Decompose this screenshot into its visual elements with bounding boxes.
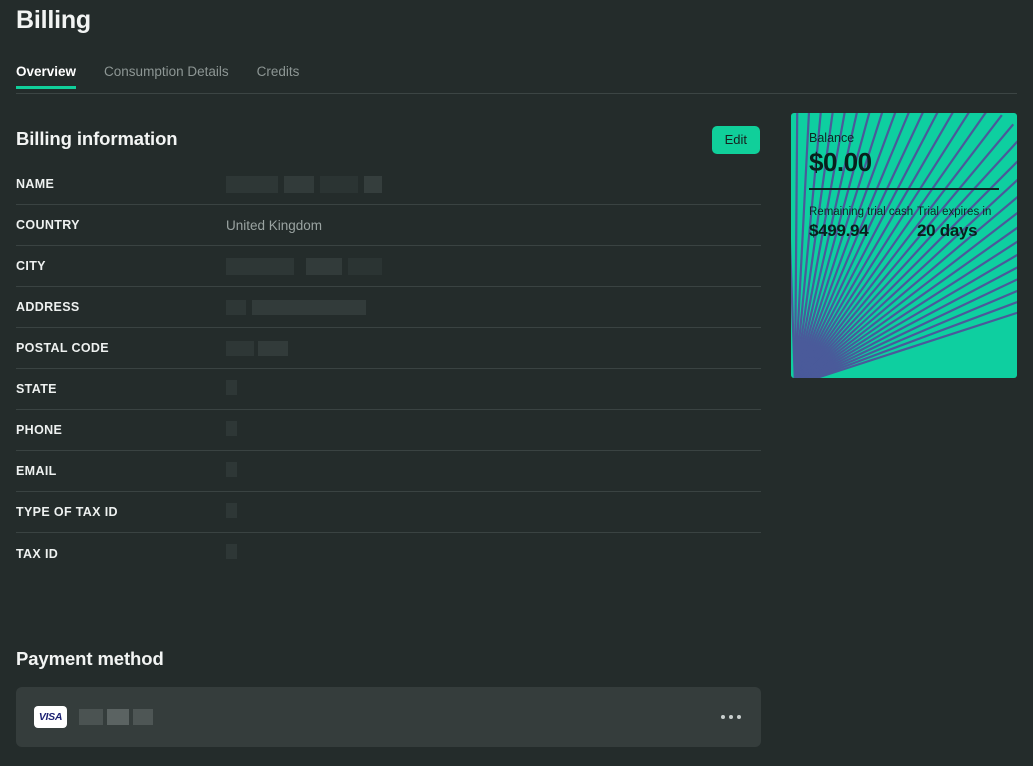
row-value — [226, 246, 382, 286]
balance-divider — [809, 188, 999, 190]
tab-divider — [16, 93, 1017, 94]
table-row: TAX ID — [16, 533, 761, 574]
row-label: EMAIL — [16, 464, 57, 478]
row-label: STATE — [16, 382, 57, 396]
row-label: PHONE — [16, 423, 63, 437]
tab-overview[interactable]: Overview — [16, 64, 90, 89]
visa-icon: VISA — [34, 706, 67, 728]
dot — [721, 715, 725, 719]
row-value — [226, 369, 237, 409]
row-label: TYPE OF TAX ID — [16, 505, 118, 519]
row-value — [226, 410, 237, 450]
payment-method-title: Payment method — [16, 648, 164, 669]
trial-expiry-value: 20 days — [917, 221, 978, 240]
balance-card: Balance $0.00 Remaining trial cash $499.… — [791, 113, 1017, 378]
table-row: COUNTRY United Kingdom — [16, 205, 761, 246]
trial-expiry-block: Trial expires in 20 days — [917, 206, 991, 241]
table-row: PHONE — [16, 410, 761, 451]
edit-button[interactable]: Edit — [711, 126, 760, 154]
row-value — [226, 287, 366, 327]
table-row: EMAIL — [16, 451, 761, 492]
redacted-card-number — [79, 709, 153, 725]
billing-page: Billing Overview Consumption Details Cre… — [0, 0, 1033, 766]
row-label: COUNTRY — [16, 218, 80, 232]
trial-cash-value: $499.94 — [809, 221, 869, 240]
trial-expiry-label: Trial expires in — [917, 206, 992, 218]
redacted-value — [226, 544, 237, 559]
trial-cash-block: Remaining trial cash $499.94 — [809, 206, 917, 241]
row-value: United Kingdom — [226, 217, 323, 233]
billing-information-title: Billing information — [16, 128, 178, 149]
table-row: TYPE OF TAX ID — [16, 492, 761, 533]
tab-credits[interactable]: Credits — [243, 64, 314, 89]
row-label: CITY — [16, 259, 46, 273]
trial-cash-label: Remaining trial cash — [809, 206, 914, 218]
table-row: STATE — [16, 369, 761, 410]
redacted-value — [226, 502, 237, 518]
redacted-value — [226, 175, 382, 193]
redacted-value — [226, 299, 366, 315]
row-value — [226, 164, 382, 204]
redacted-value — [226, 340, 288, 356]
visa-label: VISA — [38, 711, 63, 723]
ellipsis-icon[interactable] — [719, 709, 743, 725]
tab-bar: Overview Consumption Details Credits — [16, 64, 313, 89]
balance-amount: $0.00 — [809, 147, 872, 177]
row-value — [226, 492, 237, 532]
page-title: Billing — [16, 6, 91, 34]
table-row: ADDRESS — [16, 287, 761, 328]
row-value — [226, 328, 288, 368]
row-value — [226, 451, 237, 491]
billing-information-table: NAME COUNTRY United Kingdom CITY ADDRESS… — [16, 164, 761, 574]
table-row: CITY — [16, 246, 761, 287]
redacted-value — [226, 461, 237, 477]
row-label: TAX ID — [16, 546, 59, 561]
tab-consumption-details[interactable]: Consumption Details — [90, 64, 243, 89]
row-label: NAME — [16, 177, 55, 191]
table-row: POSTAL CODE — [16, 328, 761, 369]
row-label: POSTAL CODE — [16, 341, 109, 355]
row-label: ADDRESS — [16, 300, 80, 314]
redacted-value — [226, 420, 237, 436]
dot — [737, 715, 741, 719]
table-row: NAME — [16, 164, 761, 205]
redacted-value — [226, 379, 237, 395]
dot — [729, 715, 733, 719]
row-value — [226, 533, 237, 574]
balance-label: Balance — [809, 131, 855, 145]
payment-method-card[interactable]: VISA — [16, 687, 761, 747]
redacted-value — [226, 257, 382, 275]
trial-info: Remaining trial cash $499.94 Trial expir… — [809, 206, 999, 241]
